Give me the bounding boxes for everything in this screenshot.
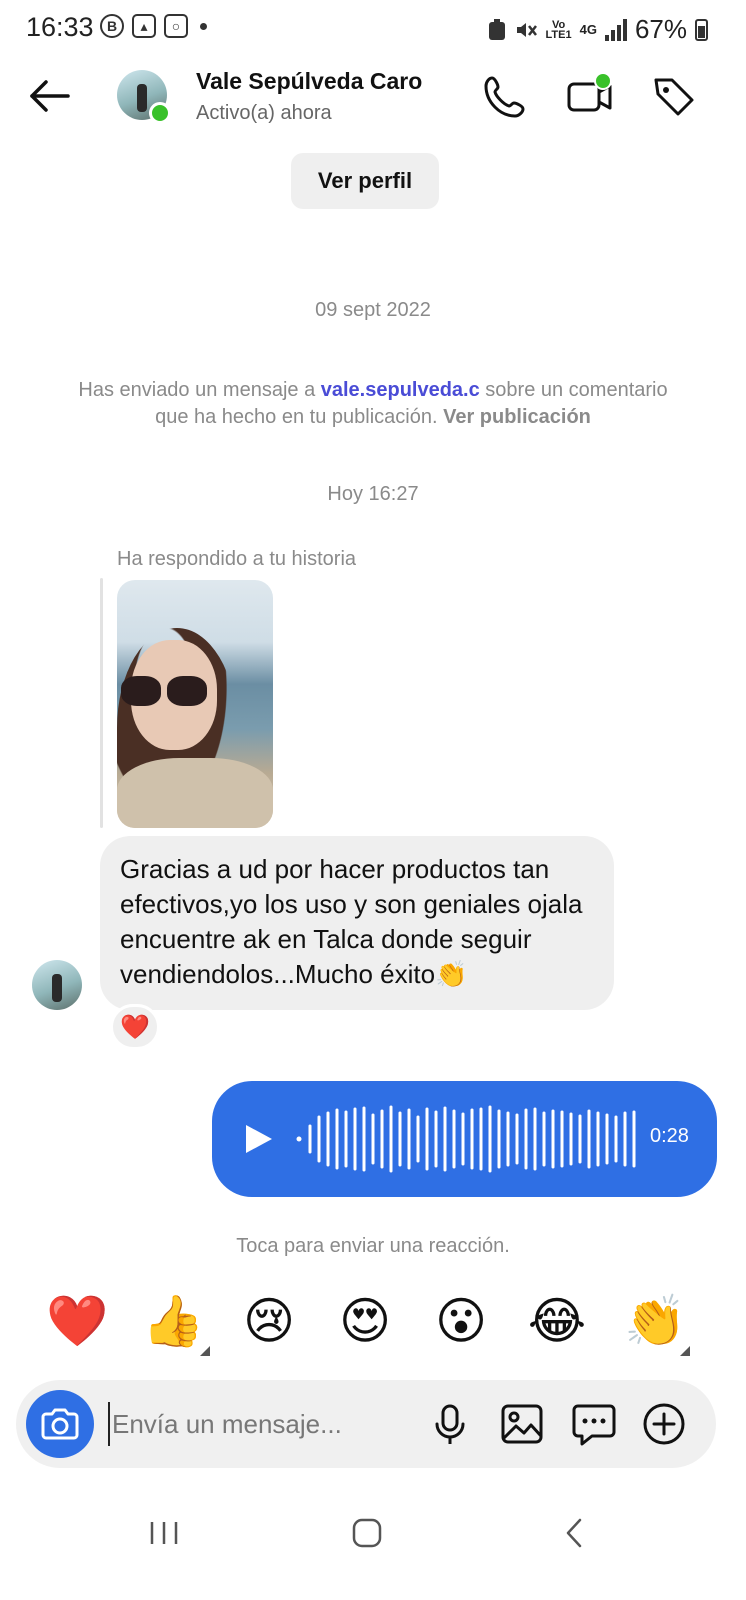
microphone-icon[interactable] bbox=[426, 1400, 474, 1448]
battery-percent: 67% bbox=[634, 14, 687, 44]
reaction-surprised[interactable]: 😮 bbox=[430, 1290, 492, 1352]
notification-icons: B ▴ ○ bbox=[100, 14, 207, 38]
system-navigation-bar bbox=[0, 1490, 746, 1570]
more-variants-indicator bbox=[680, 1346, 690, 1356]
reaction-laughing[interactable]: 😂 bbox=[526, 1290, 588, 1352]
story-thumbnail[interactable] bbox=[117, 580, 273, 828]
reaction-thumbs-up[interactable]: 👍 bbox=[142, 1290, 204, 1352]
message-composer bbox=[16, 1380, 716, 1468]
reaction-clapping[interactable]: 👏 bbox=[624, 1290, 686, 1352]
quick-reactions-bar: ❤️ 👍 😢 😍 😮 😂 👏 bbox=[28, 1290, 708, 1356]
audio-waveform bbox=[296, 1105, 636, 1173]
voice-message-bubble[interactable]: 0:28 bbox=[212, 1081, 717, 1197]
reaction-crying[interactable]: 😢 bbox=[238, 1290, 300, 1352]
message-reaction[interactable]: ❤️ bbox=[110, 1004, 160, 1050]
message-input[interactable] bbox=[108, 1402, 418, 1446]
date-separator-today: Hoy 16:27 bbox=[327, 483, 419, 505]
recycle-lock-icon bbox=[488, 18, 505, 40]
gallery-image-icon[interactable] bbox=[498, 1400, 546, 1448]
sunglasses bbox=[121, 676, 207, 706]
system-indicators: Vo LTE1 4G 67% bbox=[488, 14, 708, 45]
video-online-dot bbox=[594, 72, 612, 90]
signal-icon bbox=[604, 18, 627, 41]
camera-button[interactable] bbox=[26, 1390, 94, 1458]
video-call-button[interactable] bbox=[566, 72, 614, 120]
battery-icon bbox=[695, 18, 708, 41]
b-badge-icon: B bbox=[100, 14, 124, 38]
reaction-heart[interactable]: ❤️ bbox=[46, 1290, 108, 1352]
camera-icon bbox=[41, 1408, 79, 1440]
contact-status: Activo(a) ahora bbox=[196, 102, 332, 124]
status-bar: 16:33 B ▴ ○ Vo LTE1 4G 67% bbox=[0, 0, 746, 58]
view-profile-button[interactable]: Ver perfil bbox=[291, 153, 439, 209]
instagram-icon: ○ bbox=[164, 14, 188, 38]
story-reply-label: Ha respondido a tu historia bbox=[117, 548, 357, 570]
incoming-message-bubble[interactable]: Gracias a ud por hacer productos tan efe… bbox=[100, 836, 614, 1010]
voice-duration: 0:28 bbox=[650, 1125, 689, 1147]
online-status-dot bbox=[149, 102, 171, 124]
volte-indicator: Vo LTE1 bbox=[545, 18, 572, 41]
story-reply-bar bbox=[100, 578, 103, 828]
play-icon[interactable] bbox=[242, 1121, 276, 1157]
waveform-start-dot bbox=[296, 1136, 302, 1142]
sender-avatar[interactable] bbox=[32, 960, 82, 1010]
back-nav-icon[interactable] bbox=[550, 1508, 600, 1558]
more-notifications-dot bbox=[200, 22, 207, 30]
tag-icon[interactable] bbox=[650, 72, 698, 120]
info-message: Has enviado un mensaje a vale.sepulveda.… bbox=[78, 379, 668, 428]
home-icon[interactable] bbox=[342, 1508, 392, 1558]
username-link[interactable]: vale.sepulveda.c bbox=[321, 379, 480, 401]
date-separator: 09 sept 2022 bbox=[315, 299, 431, 321]
heart-reaction-icon: ❤️ bbox=[120, 1013, 150, 1041]
mute-icon bbox=[516, 22, 537, 37]
more-variants-indicator bbox=[200, 1346, 210, 1356]
phone-call-icon[interactable] bbox=[482, 72, 530, 120]
back-arrow-icon[interactable] bbox=[28, 76, 72, 116]
status-time: 16:33 bbox=[26, 12, 94, 42]
chat-header: Vale Sepúlveda Caro Activo(a) ahora bbox=[0, 58, 746, 138]
reaction-hint: Toca para enviar una reacción. bbox=[236, 1235, 510, 1257]
gallery-icon: ▴ bbox=[132, 14, 156, 38]
add-plus-icon[interactable] bbox=[640, 1400, 688, 1448]
recents-icon[interactable] bbox=[140, 1508, 190, 1558]
view-post-link[interactable]: Ver publicación bbox=[443, 406, 591, 428]
contact-name[interactable]: Vale Sepúlveda Caro bbox=[196, 68, 422, 95]
network-type: 4G bbox=[579, 21, 597, 37]
reaction-heart-eyes[interactable]: 😍 bbox=[334, 1290, 396, 1352]
sticker-chat-icon[interactable] bbox=[570, 1400, 618, 1448]
